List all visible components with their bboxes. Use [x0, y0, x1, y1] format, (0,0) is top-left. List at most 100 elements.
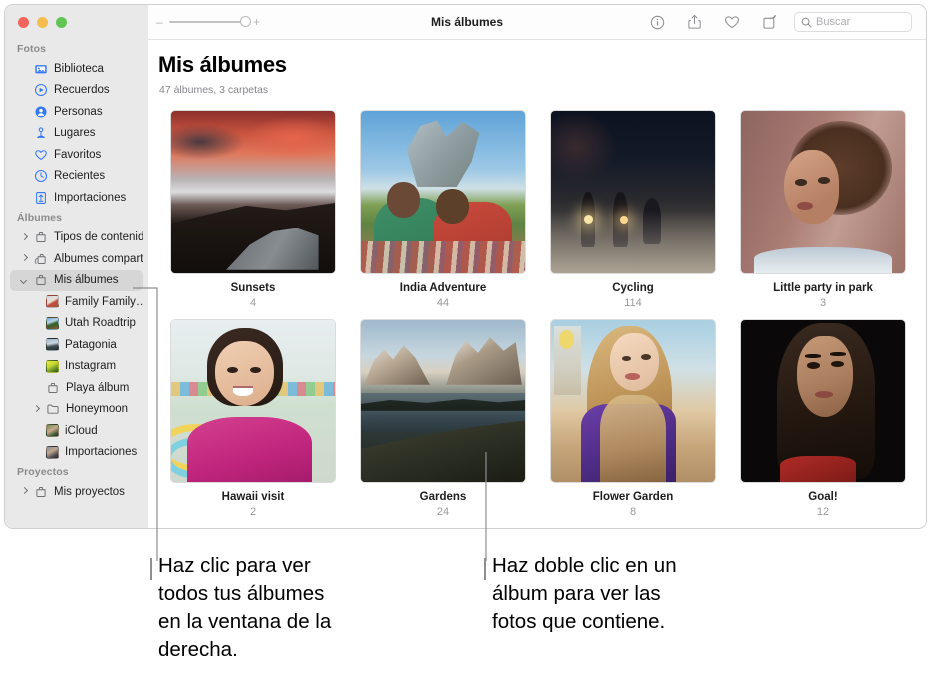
share-icon[interactable] [687, 14, 702, 30]
sidebar-item-favoritos[interactable]: Favoritos [10, 144, 143, 166]
album-count: 8 [629, 506, 637, 518]
album-name: Sunsets [230, 282, 276, 294]
sidebar-item-label: Importaciones [54, 191, 127, 204]
album-thumbnail[interactable] [360, 110, 526, 274]
sidebar-item-biblioteca[interactable]: Biblioteca [10, 58, 143, 80]
album-count: 24 [436, 506, 450, 518]
sidebar-item-personas[interactable]: Personas [10, 101, 143, 123]
sidebar-item-label: Patagonia [65, 338, 117, 351]
sidebar-item-tipos-de-contenido[interactable]: Tipos de contenido [10, 227, 143, 249]
heart-icon[interactable] [724, 15, 740, 30]
sidebar-item-mis-álbumes[interactable]: Mis álbumes [10, 269, 143, 291]
sidebar-item-honeymoon[interactable]: Honeymoon [10, 399, 143, 421]
photo-thumb-icon [46, 338, 59, 352]
album-thumbnail[interactable] [360, 319, 526, 483]
sidebar: Fotos Biblioteca Recuerdos Personas Luga… [5, 5, 148, 528]
album-name: Hawaii visit [221, 491, 285, 503]
sidebar-item-label: Lugares [54, 127, 96, 140]
rotate-icon[interactable] [762, 14, 778, 30]
minimize-button[interactable] [37, 17, 48, 28]
info-icon[interactable] [650, 15, 665, 30]
photo-thumb-icon [46, 445, 59, 459]
window-title: Mis álbumes [430, 15, 504, 29]
album-cell[interactable]: Flower Garden 8 [538, 319, 728, 518]
album-cell[interactable]: Cycling 114 [538, 110, 728, 309]
album-thumbnail[interactable] [550, 110, 716, 274]
album-name: Gardens [419, 491, 467, 503]
sidebar-section-header: Fotos [17, 43, 47, 55]
album-thumbnail[interactable] [170, 319, 336, 483]
album-count: 3 [819, 297, 827, 309]
places-icon [36, 127, 46, 139]
callout-1-text: Haz clic para ver todos tus álbumes en l… [158, 554, 332, 661]
album-name: Cycling [612, 282, 654, 294]
photos-app-window: Fotos Biblioteca Recuerdos Personas Luga… [4, 4, 927, 529]
chevron-down-icon[interactable] [20, 276, 29, 285]
albums-view: Mis álbumes 47 álbumes, 3 carpetas Sunse… [148, 40, 926, 528]
zoom-in-icon[interactable]: + [253, 16, 260, 28]
sidebar-item-álbumes-compartidos[interactable]: Álbumes compartidos [10, 248, 143, 270]
recents-icon [34, 170, 48, 183]
sidebar-section-header: Proyectos [17, 466, 69, 478]
sidebar-item-label: Favoritos [54, 148, 102, 161]
album-name: Little party in park [773, 282, 873, 294]
album-cell[interactable]: Hawaii visit 2 [158, 319, 348, 518]
sidebar-item-label: Family Family… [65, 295, 143, 308]
album-cell[interactable]: Goal! 12 [728, 319, 918, 518]
zoom-slider-knob[interactable] [239, 16, 251, 28]
zoom-out-icon[interactable]: – [156, 16, 163, 28]
photo-thumb-icon [46, 424, 59, 438]
sidebar-item-importaciones[interactable]: Importaciones [10, 187, 143, 209]
toolbar: – + Mis álbumes Buscar [148, 5, 926, 40]
chevron-right-icon[interactable] [20, 233, 29, 242]
album-cell[interactable]: India Adventure 44 [348, 110, 538, 309]
album-thumbnail[interactable] [740, 319, 906, 483]
sidebar-item-mis-proyectos[interactable]: Mis proyectos [10, 481, 143, 503]
imports-icon [36, 191, 46, 204]
album-count: 4 [249, 297, 257, 309]
chevron-right-icon[interactable] [20, 254, 29, 263]
page-subtitle: 47 álbumes, 3 carpetas [159, 84, 269, 96]
chevron-right-icon[interactable] [20, 487, 29, 496]
sidebar-item-family-family[interactable]: Family Family… [10, 291, 143, 313]
memories-icon [34, 84, 48, 97]
sidebar-item-icloud[interactable]: iCloud [10, 420, 143, 442]
album-grid: Sunsets 4 India Adventure 44 Cycling 114 Li… [148, 110, 926, 518]
close-button[interactable] [18, 17, 29, 28]
zoom-slider-track[interactable] [168, 16, 251, 28]
album-cell[interactable]: Sunsets 4 [158, 110, 348, 309]
sidebar-item-patagonia[interactable]: Patagonia [10, 334, 143, 356]
sidebar-item-playa-álbum[interactable]: Playa álbum [10, 377, 143, 399]
album-icon [36, 486, 46, 497]
album-thumbnail[interactable] [740, 110, 906, 274]
sidebar-item-instagram[interactable]: Instagram [10, 356, 143, 378]
sidebar-item-utah-roadtrip[interactable]: Utah Roadtrip [10, 313, 143, 335]
chevron-right-icon[interactable] [32, 405, 41, 414]
page-title: Mis álbumes [158, 52, 287, 77]
sidebar-item-lugares[interactable]: Lugares [10, 123, 143, 145]
album-thumbnail[interactable] [550, 319, 716, 483]
sidebar-item-importaciones[interactable]: Importaciones [10, 442, 143, 464]
album-thumbnail[interactable] [170, 110, 336, 274]
traffic-lights [5, 5, 148, 40]
album-cell[interactable]: Gardens 24 [348, 319, 538, 518]
zoom-slider[interactable]: – + [156, 16, 260, 28]
sidebar-item-label: Mis proyectos [54, 485, 125, 498]
album-count: 12 [816, 506, 830, 518]
content-area: – + Mis álbumes Buscar Mis álbumes 47 ál… [148, 5, 926, 528]
zoom-button[interactable] [56, 17, 67, 28]
album-cell[interactable]: Little party in park 3 [728, 110, 918, 309]
sidebar-item-recuerdos[interactable]: Recuerdos [10, 80, 143, 102]
sidebar-item-label: Recuerdos [54, 84, 110, 97]
sidebar-item-recientes[interactable]: Recientes [10, 166, 143, 188]
search-field[interactable]: Buscar [794, 12, 912, 32]
people-icon [35, 106, 47, 118]
